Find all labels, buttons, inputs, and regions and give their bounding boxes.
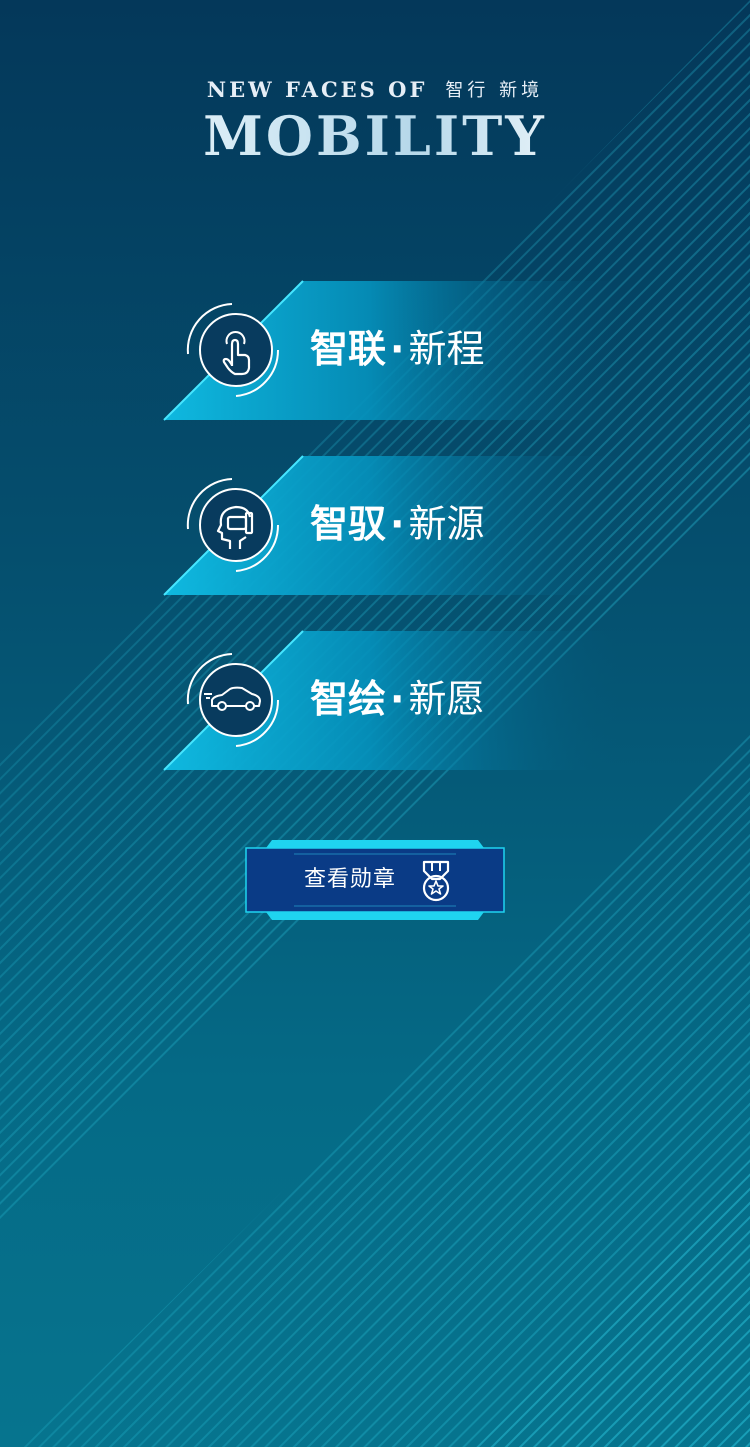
title-secondary: 新程: [408, 327, 485, 371]
menu-card-3[interactable]: 智绘 · 新愿: [160, 630, 620, 772]
menu-card-title: 智绘 · 新愿: [310, 674, 484, 724]
touch-hand-icon: [182, 300, 282, 400]
menu-card-1[interactable]: 智联 · 新程: [160, 280, 620, 422]
menu-card-title: 智联 · 新程: [310, 324, 484, 374]
app-header: NEW FACES OF 智行 新境 MOBILITY: [0, 76, 750, 169]
title-dot: ·: [390, 677, 405, 721]
vr-head-icon: [182, 475, 282, 575]
title-dot: ·: [390, 502, 405, 546]
medal-icon: [422, 860, 450, 902]
view-badges-label: 查看勋章: [304, 867, 397, 892]
title-dot: ·: [390, 327, 405, 371]
header-tagline-en: NEW FACES OF: [206, 76, 428, 102]
title-primary: 智驭: [310, 502, 387, 546]
menu-card-2[interactable]: 智驭 · 新源: [160, 455, 620, 597]
title-secondary: 新愿: [408, 677, 485, 721]
brand-title: MOBILITY: [0, 104, 750, 168]
title-primary: 智联: [310, 327, 387, 371]
header-tagline: NEW FACES OF 智行 新境: [0, 76, 750, 102]
car-icon: [182, 650, 282, 750]
view-badges-button[interactable]: 查看勋章: [244, 839, 506, 921]
menu-card-title: 智驭 · 新源: [310, 499, 484, 549]
title-primary: 智绘: [310, 677, 387, 721]
title-secondary: 新源: [408, 502, 485, 546]
header-tagline-cn: 智行 新境: [445, 80, 544, 101]
